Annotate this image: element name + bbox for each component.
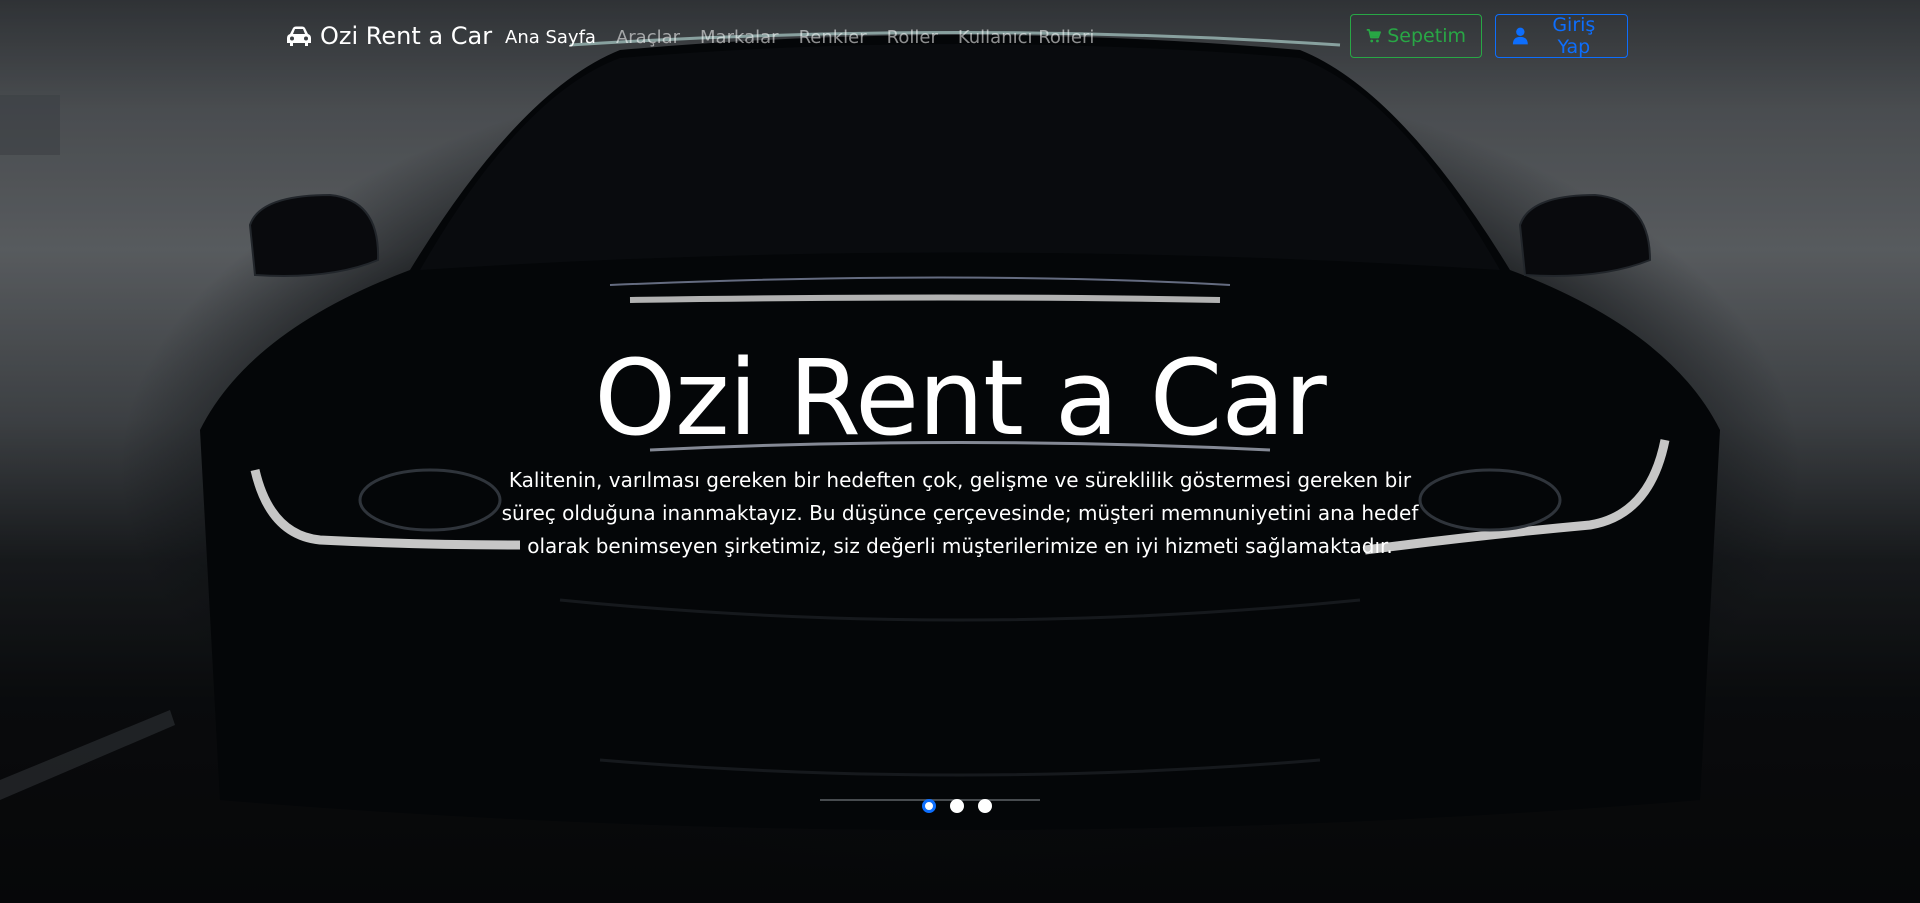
nav-link-araclar[interactable]: Araçlar bbox=[616, 27, 680, 48]
nav-links: Ana Sayfa Araçlar Markalar Renkler Rolle… bbox=[505, 27, 1094, 48]
cart-button[interactable]: Sepetim bbox=[1350, 14, 1482, 58]
shopping-cart-icon bbox=[1366, 29, 1381, 43]
nav-link-roller[interactable]: Roller bbox=[887, 27, 938, 48]
brand-link[interactable]: Ozi Rent a Car bbox=[286, 22, 492, 50]
carousel-indicators bbox=[922, 799, 992, 813]
login-button-label: Giriş Yap bbox=[1552, 14, 1596, 58]
nav-link-renkler[interactable]: Renkler bbox=[799, 27, 867, 48]
carousel-text: Kalitenin, varılması gereken bir hedefte… bbox=[501, 468, 1419, 559]
nav-link-kullanici-rolleri[interactable]: Kullanıcı Rolleri bbox=[958, 27, 1095, 48]
carousel-indicator-1[interactable] bbox=[922, 799, 936, 813]
login-button[interactable]: Giriş Yap bbox=[1495, 14, 1628, 58]
user-icon bbox=[1512, 27, 1528, 45]
hero-carousel: Ozi Rent a Car Ana Sayfa Araçlar Markala… bbox=[0, 0, 1920, 903]
navbar: Ozi Rent a Car Ana Sayfa Araçlar Markala… bbox=[0, 0, 1920, 78]
brand-name: Ozi Rent a Car bbox=[320, 22, 493, 50]
carousel-indicator-2[interactable] bbox=[950, 799, 964, 813]
nav-link-markalar[interactable]: Markalar bbox=[700, 27, 779, 48]
car-icon bbox=[286, 25, 312, 47]
cart-button-label: Sepetim bbox=[1387, 25, 1466, 47]
carousel-indicator-3[interactable] bbox=[978, 799, 992, 813]
nav-link-ana-sayfa[interactable]: Ana Sayfa bbox=[505, 27, 596, 48]
carousel-title: Ozi Rent a Car bbox=[594, 337, 1327, 459]
carousel-caption: Ozi Rent a Car Kalitenin, varılması gere… bbox=[480, 340, 1440, 563]
